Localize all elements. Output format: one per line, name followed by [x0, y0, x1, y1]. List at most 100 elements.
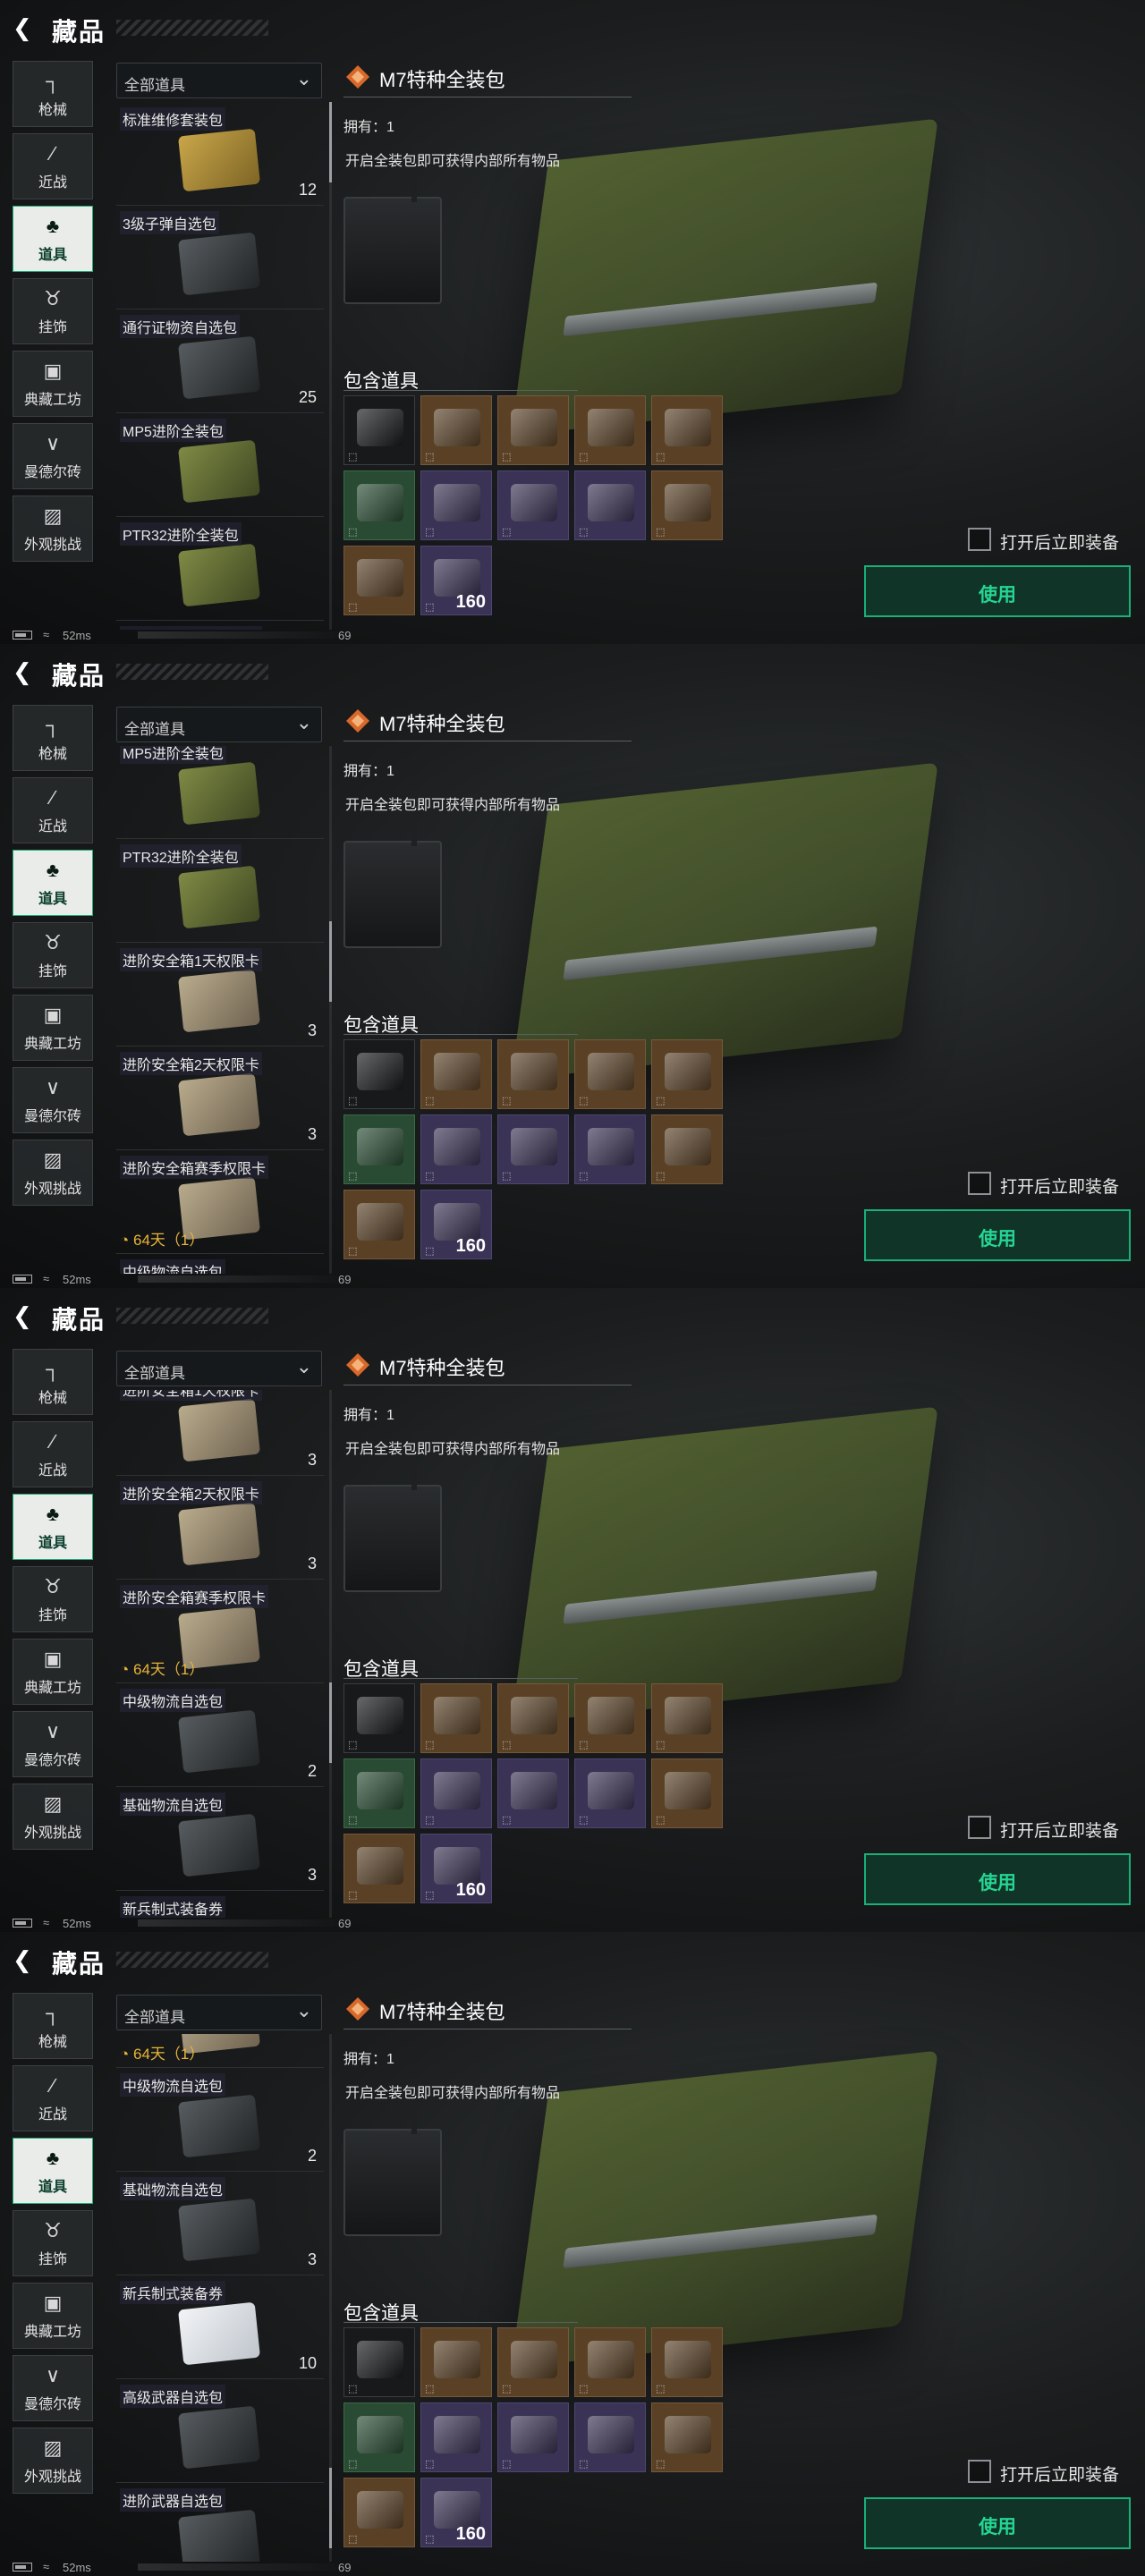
contents-slot[interactable]: ⬚	[574, 1114, 646, 1184]
item-list[interactable]: 标准维修套装包123级子弹自选包通行证物资自选包25MP5进阶全装包PTR32进…	[116, 2034, 324, 2562]
contents-slot[interactable]: ⬚ 160	[420, 546, 492, 615]
contents-slot[interactable]: ⬚	[420, 2402, 492, 2472]
list-item[interactable]: 进阶安全箱赛季权限卡◔ 64天（1）	[116, 2034, 324, 2068]
contents-slot[interactable]: ⬚	[651, 470, 723, 540]
contents-slot[interactable]: ⬚ 160	[420, 1190, 492, 1259]
item-list-scrollbar[interactable]	[329, 1390, 332, 1918]
list-item[interactable]: PTR32进阶全装包	[116, 839, 324, 943]
list-item[interactable]: 标准维修套装包 12	[116, 102, 324, 206]
contents-slot[interactable]: ⬚	[420, 1683, 492, 1753]
contents-slot[interactable]: ⬚	[344, 470, 415, 540]
list-item[interactable]: 进阶安全箱赛季权限卡◔ 64天（1）	[116, 1580, 324, 1683]
contents-slot[interactable]: ⬚	[497, 395, 569, 465]
sidebar-item[interactable]: ▨ 外观挑战	[13, 1140, 93, 1206]
contents-slot[interactable]: ⬚	[497, 1683, 569, 1753]
contents-slot[interactable]: ⬚	[344, 546, 415, 615]
equip-after-open-checkbox[interactable]	[968, 528, 991, 551]
use-button[interactable]: 使用	[864, 1209, 1131, 1261]
sidebar-item[interactable]: ∕ 近战	[13, 133, 93, 199]
contents-slot[interactable]: ⬚	[420, 1114, 492, 1184]
contents-slot[interactable]: ⬚	[651, 1683, 723, 1753]
sidebar-item[interactable]: ∨ 曼德尔砖	[13, 1711, 93, 1777]
contents-slot[interactable]: ⬚	[574, 2327, 646, 2397]
contents-slot[interactable]: ⬚	[651, 2402, 723, 2472]
contents-slot[interactable]: ⬚	[651, 2327, 723, 2397]
list-item[interactable]: 进阶安全箱1天权限卡 3	[116, 1390, 324, 1476]
equip-after-open-checkbox[interactable]	[968, 1172, 991, 1195]
contents-slot[interactable]: ⬚	[651, 1039, 723, 1109]
item-list[interactable]: 标准维修套装包123级子弹自选包通行证物资自选包25MP5进阶全装包PTR32进…	[116, 102, 324, 630]
equip-after-open-checkbox[interactable]	[968, 1816, 991, 1839]
sidebar-item[interactable]: ▣ 典藏工坊	[13, 995, 93, 1061]
list-item[interactable]: PTR32进阶全装包	[116, 517, 324, 621]
list-item[interactable]: 中级物流自选包2	[116, 1254, 324, 1274]
sidebar-item[interactable]: ┐ 枪械	[13, 1993, 93, 2059]
sidebar-item[interactable]: ┐ 枪械	[13, 705, 93, 771]
use-button[interactable]: 使用	[864, 1853, 1131, 1905]
sidebar-item[interactable]: ∨ 曼德尔砖	[13, 423, 93, 489]
list-item[interactable]: 中级物流自选包2	[116, 1683, 324, 1787]
equip-after-open-checkbox[interactable]	[968, 2460, 991, 2483]
sidebar-item[interactable]: ┐ 枪械	[13, 61, 93, 127]
contents-slot[interactable]: ⬚	[651, 395, 723, 465]
contents-slot[interactable]: ⬚	[574, 2402, 646, 2472]
list-item[interactable]: 进阶安全箱赛季权限卡◔ 64天（1）	[116, 1150, 324, 1254]
contents-slot[interactable]: ⬚ 160	[420, 2478, 492, 2547]
scrollbar-thumb[interactable]	[329, 2468, 332, 2548]
sidebar-item[interactable]: ∕ 近战	[13, 2065, 93, 2131]
contents-slot[interactable]: ⬚	[344, 1114, 415, 1184]
contents-slot[interactable]: ⬚	[344, 395, 415, 465]
list-item[interactable]: 进阶安全箱1天权限卡 3	[116, 943, 324, 1046]
contents-slot[interactable]: ⬚	[497, 2402, 569, 2472]
use-button[interactable]: 使用	[864, 565, 1131, 617]
list-item[interactable]: 进阶安全箱2天权限卡 3	[116, 1046, 324, 1150]
sidebar-item[interactable]: ┐ 枪械	[13, 1349, 93, 1415]
list-item[interactable]: 基础物流自选包 3	[116, 2172, 324, 2275]
contents-slot[interactable]: ⬚	[574, 395, 646, 465]
sidebar-item[interactable]: ▨ 外观挑战	[13, 2428, 93, 2494]
contents-slot[interactable]: ⬚	[344, 1834, 415, 1903]
sidebar-item[interactable]: ▨ 外观挑战	[13, 496, 93, 562]
contents-slot[interactable]: ⬚	[497, 470, 569, 540]
contents-slot[interactable]: ⬚	[420, 2327, 492, 2397]
contents-slot[interactable]: ⬚	[651, 1114, 723, 1184]
back-button[interactable]: ❮	[13, 14, 39, 41]
contents-slot[interactable]: ⬚	[344, 2402, 415, 2472]
back-button[interactable]: ❮	[13, 1946, 39, 1973]
sidebar-item[interactable]: ∨ 曼德尔砖	[13, 1067, 93, 1133]
category-filter-dropdown[interactable]: 全部道具 ⌄	[116, 63, 322, 98]
sidebar-item[interactable]: ♣ 道具	[13, 2138, 93, 2204]
item-list-scrollbar[interactable]	[329, 746, 332, 1274]
category-filter-dropdown[interactable]: 全部道具 ⌄	[116, 1351, 322, 1386]
scrollbar-thumb[interactable]	[329, 921, 332, 1002]
sidebar-item[interactable]: ♉ 挂饰	[13, 2210, 93, 2276]
item-list-scrollbar[interactable]	[329, 2034, 332, 2562]
contents-slot[interactable]: ⬚	[497, 1114, 569, 1184]
contents-slot[interactable]: ⬚	[344, 2478, 415, 2547]
contents-slot[interactable]: ⬚	[574, 1683, 646, 1753]
list-item[interactable]: 通行证物资自选包 25	[116, 309, 324, 413]
contents-slot[interactable]: ⬚	[344, 2327, 415, 2397]
contents-slot[interactable]: ⬚	[420, 395, 492, 465]
contents-slot[interactable]: ⬚	[344, 1683, 415, 1753]
list-item[interactable]: 3级子弹自选包	[116, 206, 324, 309]
sidebar-item[interactable]: ♣ 道具	[13, 850, 93, 916]
contents-slot[interactable]: ⬚	[420, 1039, 492, 1109]
list-item[interactable]: 新兵制式装备券10	[116, 2275, 324, 2379]
item-list[interactable]: 标准维修套装包123级子弹自选包通行证物资自选包25MP5进阶全装包PTR32进…	[116, 1390, 324, 1918]
contents-slot[interactable]: ⬚	[574, 1758, 646, 1828]
sidebar-item[interactable]: ♉ 挂饰	[13, 922, 93, 988]
contents-slot[interactable]: ⬚	[420, 470, 492, 540]
item-list[interactable]: 标准维修套装包123级子弹自选包通行证物资自选包25MP5进阶全装包PTR32进…	[116, 746, 324, 1274]
contents-slot[interactable]: ⬚ 160	[420, 1834, 492, 1903]
sidebar-item[interactable]: ∨ 曼德尔砖	[13, 2355, 93, 2421]
list-item[interactable]: 新兵制式装备券10	[116, 1891, 324, 1918]
contents-slot[interactable]: ⬚	[497, 1039, 569, 1109]
contents-slot[interactable]: ⬚	[574, 470, 646, 540]
sidebar-item[interactable]: ♣ 道具	[13, 206, 93, 272]
use-button[interactable]: 使用	[864, 2497, 1131, 2549]
scrollbar-thumb[interactable]	[329, 102, 332, 182]
back-button[interactable]: ❮	[13, 1302, 39, 1329]
list-item[interactable]: 进阶武器自选包	[116, 2483, 324, 2562]
contents-slot[interactable]: ⬚	[574, 1039, 646, 1109]
